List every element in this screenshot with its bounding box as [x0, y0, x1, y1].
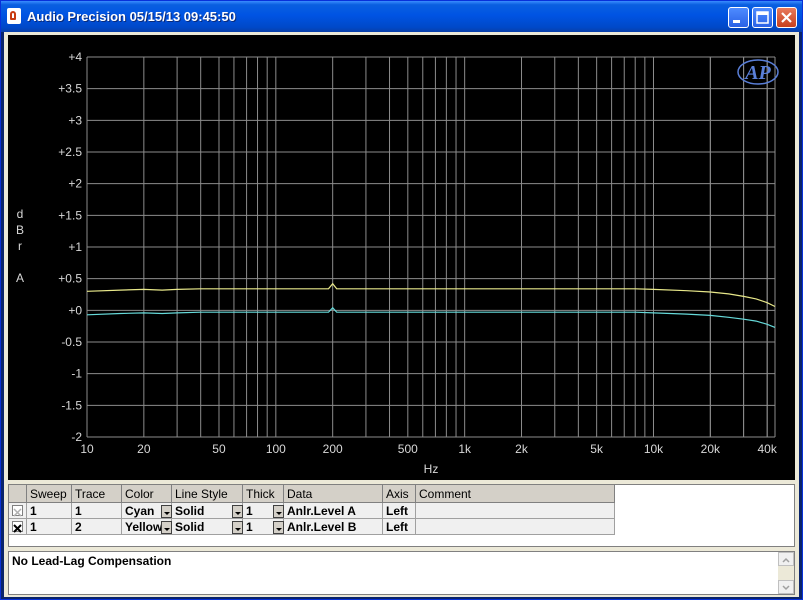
title-bar[interactable]: Audio Precision 05/15/13 09:45:50 — [1, 1, 802, 32]
row-select-cell — [9, 503, 27, 519]
close-button[interactable] — [776, 7, 797, 28]
chevron-up-icon — [782, 557, 790, 563]
thick-dropdown-button[interactable] — [273, 505, 284, 518]
cell-comment[interactable] — [416, 503, 615, 519]
cell-color-value: Cyan — [125, 504, 155, 518]
chevron-down-icon — [782, 585, 790, 591]
y-tick-label: +1 — [68, 240, 82, 254]
x-tick-label: 10 — [80, 442, 94, 456]
x-tick-label: 1k — [458, 442, 472, 456]
y-tick-label: +4 — [68, 50, 82, 64]
cell-line-style-value: Solid — [175, 504, 205, 518]
cell-axis-value: Left — [386, 520, 408, 534]
x-tick-label: 40k — [758, 442, 778, 456]
y-axis-label-char: d — [17, 207, 24, 221]
color-dropdown-button[interactable] — [161, 505, 172, 518]
maximize-icon — [756, 11, 769, 24]
cell-sweep-value: 1 — [30, 520, 37, 534]
cell-thick-value: 1 — [246, 520, 253, 534]
series-line-2 — [86, 282, 776, 308]
cell-color-value: Yellow — [125, 520, 163, 534]
cell-comment[interactable] — [416, 519, 615, 535]
ap-logo: AP — [743, 62, 771, 84]
cell-axis[interactable]: Left — [383, 519, 416, 535]
minimize-icon — [733, 20, 740, 23]
y-tick-label: +3 — [68, 113, 82, 127]
x-tick-label: 10k — [644, 442, 664, 456]
minimize-button[interactable] — [728, 7, 749, 28]
line-style-dropdown-button[interactable] — [232, 505, 243, 518]
header-sweep[interactable]: Sweep — [27, 485, 72, 503]
graph-panel[interactable]: +4 +3.5 +3 +2.5 +2 +1.5 +1 +0.5 +0 -0.5 -1 -1.5 -2 10… — [8, 35, 795, 480]
maximize-button[interactable] — [752, 7, 773, 28]
header-thick[interactable]: Thick — [243, 485, 284, 503]
response-chart: +4+3.5+3+2.5+2+1.5+1+0.5+0-0.5-1-1.5-210… — [16, 50, 779, 476]
header-color[interactable]: Color — [122, 485, 172, 503]
x-tick-label: 200 — [323, 442, 343, 456]
y-axis-label-char: B — [16, 223, 24, 237]
cell-data-value: Anlr.Level A — [287, 504, 356, 518]
row-checkbox[interactable] — [12, 505, 23, 517]
app-icon — [7, 8, 21, 24]
x-tick-label: 20k — [701, 442, 721, 456]
audio-precision-window: Audio Precision 05/15/13 09:45:50 +4 +3.5… — [0, 0, 803, 600]
y-tick-label: +0 — [68, 303, 82, 317]
trace-table[interactable]: Sweep Trace Color Line Style Thick Data Axis Co… — [8, 484, 795, 547]
y-tick-label: +1.5 — [58, 208, 82, 222]
thick-dropdown-button[interactable] — [273, 521, 284, 534]
color-dropdown-button[interactable] — [161, 521, 172, 534]
check-x-icon — [13, 524, 22, 533]
y-tick-label: +2.5 — [58, 145, 82, 159]
x-axis-label: Hz — [424, 462, 439, 476]
cell-trace[interactable]: 2 — [72, 519, 122, 535]
comment-scrollbar[interactable] — [778, 552, 794, 594]
header-corner — [9, 485, 27, 503]
cell-line-style-value: Solid — [175, 520, 205, 534]
x-tick-label: 5k — [590, 442, 604, 456]
cell-trace-value: 1 — [75, 504, 82, 518]
y-tick-label: -0.5 — [61, 335, 82, 349]
check-x-icon — [13, 508, 22, 517]
header-line-style[interactable]: Line Style — [172, 485, 243, 503]
cell-trace-value: 2 — [75, 520, 82, 534]
window-title: Audio Precision 05/15/13 09:45:50 — [27, 9, 236, 24]
row-select-cell — [9, 519, 27, 535]
client-area: +4 +3.5 +3 +2.5 +2 +1.5 +1 +0.5 +0 -0.5 -1 -1.5 -2 10… — [4, 32, 799, 597]
cell-axis[interactable]: Left — [383, 503, 416, 519]
x-tick-label: 2k — [515, 442, 529, 456]
y-axis-label-char: A — [16, 271, 24, 285]
cell-sweep[interactable]: 1 — [27, 519, 72, 535]
line-style-dropdown-button[interactable] — [232, 521, 243, 534]
y-tick-label: +2 — [68, 177, 82, 191]
scroll-down-button[interactable] — [778, 580, 794, 594]
y-tick-label: -1.5 — [61, 398, 82, 412]
x-tick-label: 20 — [137, 442, 151, 456]
cell-axis-value: Left — [386, 504, 408, 518]
comment-box[interactable]: No Lead-Lag Compensation — [8, 551, 795, 595]
x-tick-label: 500 — [398, 442, 418, 456]
cell-trace[interactable]: 1 — [72, 503, 122, 519]
header-data[interactable]: Data — [284, 485, 383, 503]
y-tick-label: +0.5 — [58, 272, 82, 286]
y-tick-label: -1 — [71, 367, 82, 381]
cell-data[interactable]: Anlr.Level B — [284, 519, 383, 535]
header-axis[interactable]: Axis — [383, 485, 416, 503]
y-tick-label: +3.5 — [58, 82, 82, 96]
x-tick-label: 100 — [266, 442, 286, 456]
cell-sweep-value: 1 — [30, 504, 37, 518]
cell-sweep[interactable]: 1 — [27, 503, 72, 519]
cell-data-value: Anlr.Level B — [287, 520, 357, 534]
row-checkbox[interactable] — [12, 521, 23, 533]
comment-text: No Lead-Lag Compensation — [12, 554, 172, 568]
y-axis-label-char: r — [18, 239, 22, 253]
header-comment[interactable]: Comment — [416, 485, 615, 503]
cell-data[interactable]: Anlr.Level A — [284, 503, 383, 519]
x-tick-label: 50 — [212, 442, 226, 456]
close-icon — [781, 12, 792, 23]
scroll-up-button[interactable] — [778, 552, 794, 566]
cell-thick-value: 1 — [246, 504, 253, 518]
header-trace[interactable]: Trace — [72, 485, 122, 503]
